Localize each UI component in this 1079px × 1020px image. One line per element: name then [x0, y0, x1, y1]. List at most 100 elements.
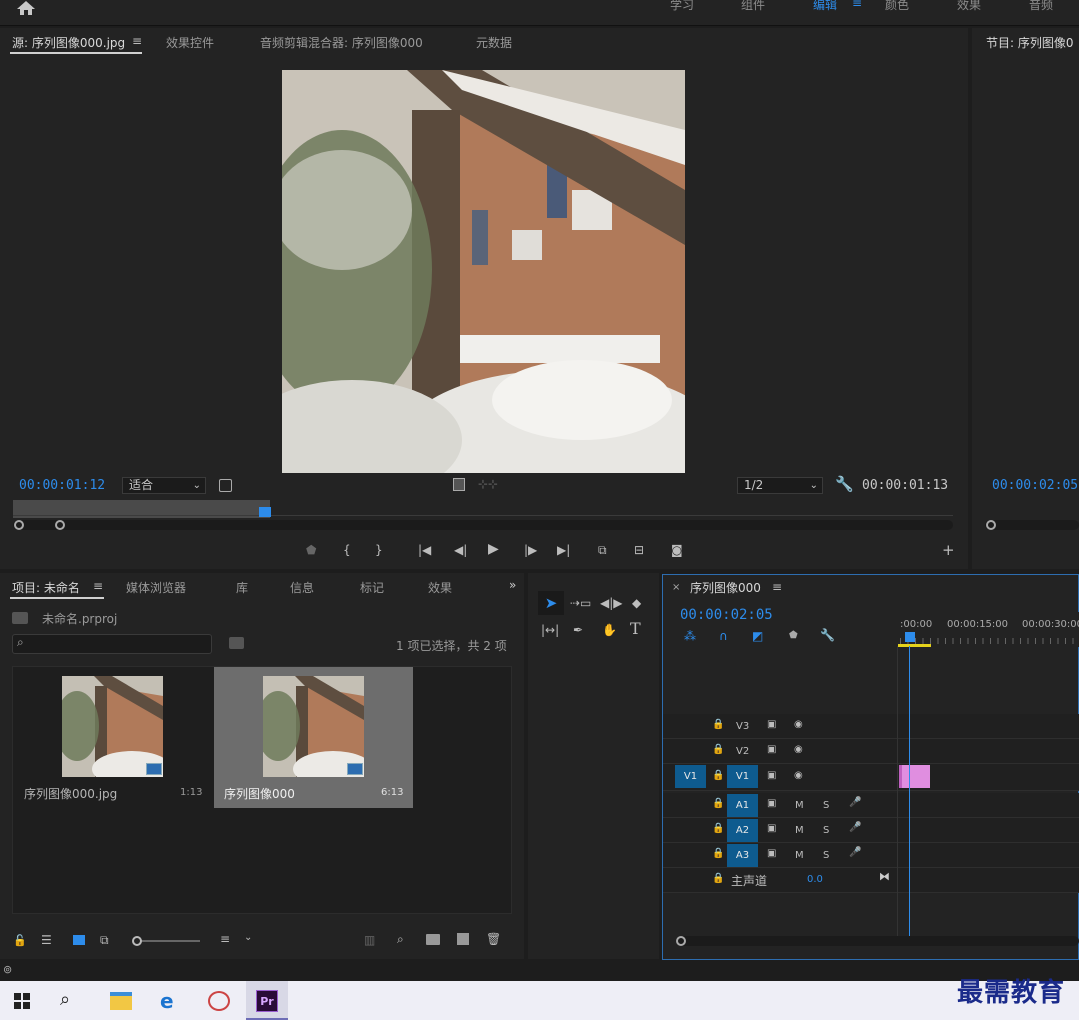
drag-audio-icon[interactable]: ⊹⊹	[478, 477, 498, 491]
search-icon[interactable]: ⌕	[60, 989, 70, 1010]
freeform-view-icon[interactable]: ⧉	[100, 933, 109, 948]
settings-toggle-icon[interactable]	[219, 479, 232, 492]
lock-icon[interactable]: 🔒	[712, 798, 724, 809]
track-v2[interactable]	[663, 739, 1079, 764]
zoom-handle-left[interactable]	[986, 520, 996, 530]
drag-video-icon[interactable]	[453, 478, 465, 491]
more-tabs-icon[interactable]: »	[509, 578, 516, 592]
lock-icon[interactable]: 🔒	[712, 823, 724, 834]
project-item-image[interactable]: 序列图像000.jpg 1:13	[13, 667, 213, 808]
nest-icon[interactable]: ⁂	[684, 629, 696, 643]
mute-button[interactable]: M	[795, 825, 804, 836]
solo-button[interactable]: S	[823, 800, 829, 811]
new-bin-icon[interactable]	[426, 934, 440, 945]
chevron-down-icon[interactable]: ⌄	[244, 932, 252, 943]
microphone-icon[interactable]: 🎤	[849, 822, 861, 833]
track-a2[interactable]	[663, 818, 1079, 843]
track-a3[interactable]	[663, 843, 1079, 868]
new-search-bin-icon[interactable]	[229, 637, 244, 649]
add-marker-icon[interactable]: ⬟	[789, 630, 798, 641]
workspace-editing[interactable]: 编辑	[813, 0, 837, 13]
add-marker-icon[interactable]: ⬟	[306, 542, 316, 558]
find-icon[interactable]: ⌕	[397, 932, 404, 947]
tab-markers[interactable]: 标记	[360, 579, 384, 596]
timeline-scrollbar[interactable]	[676, 936, 1079, 946]
eye-icon[interactable]: ◉	[794, 770, 803, 781]
timeline-settings-icon[interactable]: 🔧	[820, 628, 835, 642]
program-zoom-scrollbar[interactable]	[985, 520, 1079, 530]
source-tab-menu-icon[interactable]: ≡	[132, 34, 142, 48]
lock-icon[interactable]: 🔒	[712, 848, 724, 859]
sync-lock-icon[interactable]: ▣	[767, 823, 776, 834]
program-timecode[interactable]: 00:00:02:05	[992, 478, 1078, 493]
sync-lock-icon[interactable]: ▣	[767, 744, 776, 755]
sync-lock-icon[interactable]: ▣	[767, 719, 776, 730]
button-editor-icon[interactable]: +	[942, 542, 955, 558]
trash-icon[interactable]: 🗑	[486, 932, 501, 946]
lock-icon[interactable]: 🔒	[712, 744, 724, 755]
list-view-icon[interactable]: ☰	[41, 933, 52, 947]
type-tool-icon[interactable]: T	[630, 621, 641, 637]
file-explorer-icon[interactable]	[110, 992, 132, 1010]
source-playhead[interactable]	[259, 507, 271, 517]
go-to-in-icon[interactable]: |◀	[418, 542, 431, 558]
step-forward-icon[interactable]: |▶	[524, 542, 537, 558]
track-target-a3[interactable]: A3	[727, 844, 758, 867]
eye-icon[interactable]: ◉	[794, 744, 803, 755]
workspace-assembly[interactable]: 组件	[741, 0, 765, 13]
video-clip[interactable]	[899, 765, 930, 788]
mute-button[interactable]: M	[795, 800, 804, 811]
lock-icon[interactable]: 🔓	[13, 934, 27, 947]
edge-browser-icon[interactable]: e	[160, 989, 174, 1013]
project-tab-menu-icon[interactable]: ≡	[93, 579, 103, 593]
track-v3[interactable]	[663, 714, 1079, 739]
track-select-tool-icon[interactable]: ⇢▭	[570, 595, 591, 611]
tab-media-browser[interactable]: 媒体浏览器	[126, 579, 186, 596]
timeline-playhead-head[interactable]	[905, 632, 915, 642]
workspace-effects[interactable]: 效果	[957, 0, 981, 13]
linked-selection-icon[interactable]: ◩	[752, 629, 763, 643]
mark-out-icon[interactable]: }	[375, 542, 383, 558]
microphone-icon[interactable]: 🎤	[849, 847, 861, 858]
lock-icon[interactable]: 🔒	[712, 719, 724, 730]
workspace-menu-icon[interactable]: ≡	[852, 0, 862, 10]
step-back-icon[interactable]: ◀|	[454, 542, 467, 558]
snap-icon[interactable]: ∩	[719, 629, 728, 643]
slider-handle[interactable]	[132, 936, 142, 946]
mute-button[interactable]: M	[795, 850, 804, 861]
project-item-sequence[interactable]: 序列图像000 6:13	[214, 667, 413, 808]
ripple-edit-tool-icon[interactable]: ◀|▶	[600, 595, 623, 611]
tab-metadata[interactable]: 元数据	[476, 34, 512, 51]
lock-icon[interactable]: 🔒	[712, 873, 724, 884]
selection-tool-icon[interactable]: ➤	[538, 591, 564, 615]
slip-tool-icon[interactable]: |↔|	[541, 622, 559, 638]
timeline-timecode[interactable]: 00:00:02:05	[680, 607, 773, 623]
tab-info[interactable]: 信息	[290, 579, 314, 596]
eye-icon[interactable]: ◉	[794, 719, 803, 730]
track-target-a2[interactable]: A2	[727, 819, 758, 842]
mark-in-icon[interactable]: {	[343, 542, 351, 558]
solo-button[interactable]: S	[823, 825, 829, 836]
windows-start-icon[interactable]	[14, 993, 30, 1009]
razor-tool-icon[interactable]: ◆	[632, 595, 641, 611]
track-a1[interactable]	[663, 793, 1079, 818]
sort-icon[interactable]: ≡	[220, 932, 230, 946]
zoom-handle-left[interactable]	[676, 936, 686, 946]
microphone-icon[interactable]: 🎤	[849, 797, 861, 808]
automate-to-sequence-icon[interactable]: ▥	[364, 933, 375, 947]
work-area-bar[interactable]	[898, 644, 931, 647]
zoom-handle-left[interactable]	[14, 520, 24, 530]
track-v1[interactable]	[663, 764, 1079, 791]
source-playhead-timecode[interactable]: 00:00:01:12	[19, 478, 105, 493]
tab-effect-controls[interactable]: 效果控件	[166, 34, 214, 51]
wrench-icon[interactable]: 🔧	[835, 475, 854, 493]
tab-sequence[interactable]: 序列图像000	[690, 579, 761, 596]
master-volume-value[interactable]: 0.0	[807, 874, 823, 885]
close-icon[interactable]: ×	[672, 582, 680, 593]
workspace-learn[interactable]: 学习	[670, 0, 694, 13]
source-time-ruler[interactable]	[13, 515, 953, 518]
play-icon[interactable]: ▶	[488, 541, 499, 557]
tab-source[interactable]: 源: 序列图像000.jpg	[12, 34, 125, 51]
home-icon[interactable]	[16, 0, 36, 16]
background-tasks-icon[interactable]: ⊚	[3, 963, 12, 976]
